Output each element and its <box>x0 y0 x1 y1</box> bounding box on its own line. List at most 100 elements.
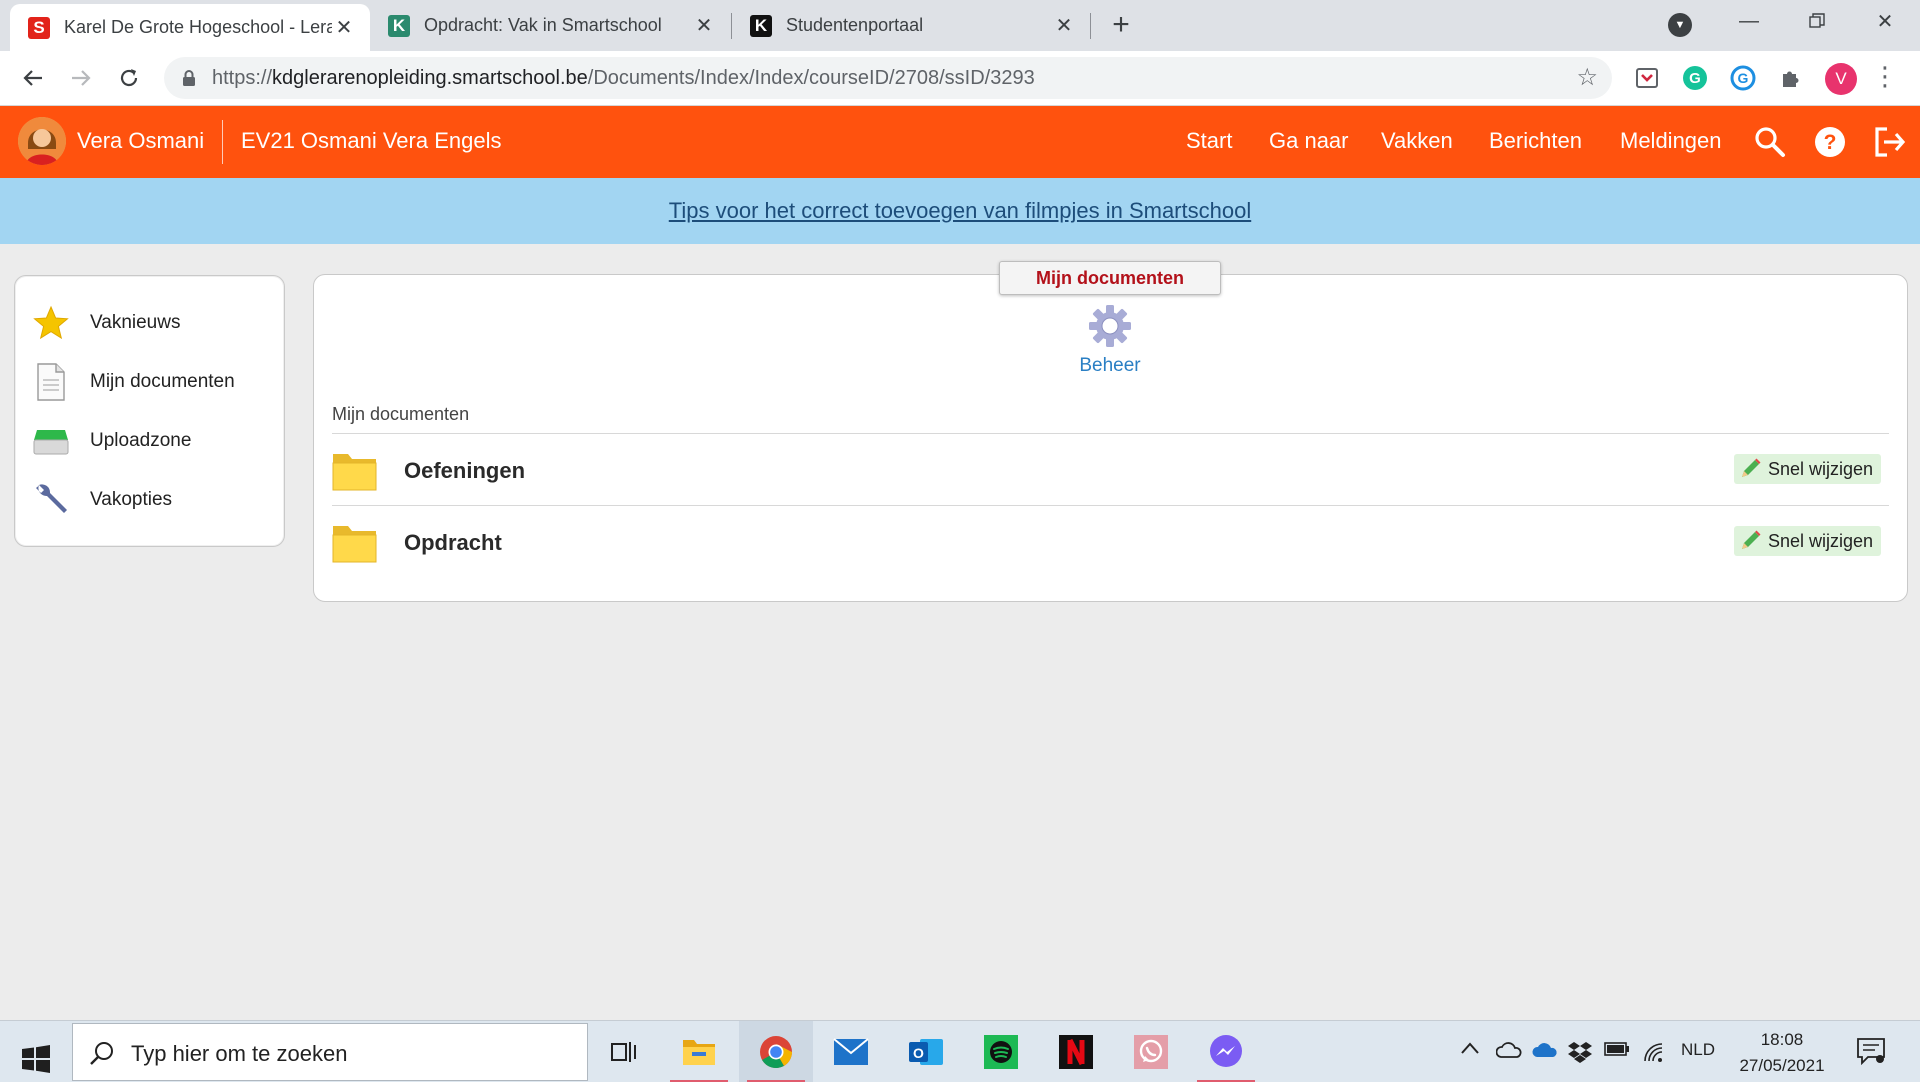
url-host: kdglerarenopleiding.smartschool.be <box>272 67 588 89</box>
nav-vakken[interactable]: Vakken <box>1381 128 1453 154</box>
info-banner: Tips voor het correct toevoegen van film… <box>0 178 1920 244</box>
snel-wijzigen-button[interactable]: Snel wijzigen <box>1733 526 1881 556</box>
outlook-icon[interactable]: O <box>889 1021 963 1082</box>
clock-date: 27/05/2021 <box>1739 1056 1825 1075</box>
document-icon <box>32 363 70 401</box>
header-divider <box>222 120 223 164</box>
folder-icon <box>332 454 377 491</box>
tab-title: Opdracht: Vak in Smartschool <box>424 15 662 35</box>
sidebar-item-vaknieuws[interactable]: Vaknieuws <box>15 297 284 349</box>
browser-tab-smartschool[interactable]: S Karel De Grote Hogeschool - Lerarenopl… <box>10 4 370 51</box>
snel-wijzigen-button[interactable]: Snel wijzigen <box>1733 454 1881 484</box>
reload-icon[interactable] <box>110 59 148 97</box>
browser-menu-icon[interactable]: ⋮ <box>1872 61 1898 92</box>
messenger-icon[interactable] <box>1189 1021 1263 1082</box>
close-tab-icon[interactable]: ✕ <box>1052 14 1076 38</box>
sidebar-item-vakopties[interactable]: Vakopties <box>15 474 284 526</box>
search-icon <box>90 1042 113 1065</box>
sidebar-item-mijn-documenten[interactable]: Mijn documenten <box>15 356 284 408</box>
onedrive-business-icon[interactable] <box>1532 1041 1558 1059</box>
onedrive-personal-icon[interactable] <box>1496 1041 1522 1059</box>
netflix-icon[interactable] <box>1039 1021 1113 1082</box>
new-tab-button[interactable]: + <box>1104 8 1138 42</box>
taskbar-search-placeholder: Typ hier om te zoeken <box>131 1041 348 1066</box>
lock-icon[interactable] <box>180 69 198 87</box>
url-scheme: https:// <box>212 67 273 89</box>
folder-name[interactable]: Oefeningen <box>404 458 525 484</box>
beheer-button[interactable]: Beheer <box>1070 304 1150 377</box>
folder-row-opdracht[interactable]: Opdracht Snel wijzigen <box>332 505 1889 577</box>
nav-start[interactable]: Start <box>1186 128 1232 154</box>
chrome-taskbar-icon[interactable] <box>739 1021 813 1082</box>
tab-search-icon[interactable]: ▼ <box>1668 13 1692 37</box>
svg-text:G: G <box>1738 70 1749 86</box>
windows-start-icon[interactable] <box>14 1037 58 1081</box>
snel-wijzigen-label: Snel wijzigen <box>1767 458 1873 479</box>
taskbar-search-box[interactable]: Typ hier om te zoeken <box>72 1023 588 1081</box>
show-hidden-icons-icon[interactable] <box>1460 1041 1480 1055</box>
nav-berichten[interactable]: Berichten <box>1489 128 1582 154</box>
spotify-icon[interactable] <box>964 1021 1038 1082</box>
course-name[interactable]: EV21 Osmani Vera Engels <box>241 128 501 154</box>
url-text: https://kdglerarenopleiding.smartschool.… <box>212 67 1035 90</box>
tab-title: Studentenportaal <box>786 15 924 35</box>
pocket-extension-icon[interactable] <box>1634 65 1660 91</box>
mail-icon[interactable] <box>814 1021 888 1082</box>
gear-icon <box>1089 305 1131 347</box>
forward-icon[interactable] <box>62 59 100 97</box>
battery-icon[interactable] <box>1604 1041 1630 1057</box>
back-icon[interactable] <box>14 59 52 97</box>
taskbar-clock[interactable]: 18:08 27/05/2021 <box>1730 1027 1834 1079</box>
snel-wijzigen-label: Snel wijzigen <box>1767 530 1873 551</box>
whatsapp-icon[interactable] <box>1114 1021 1188 1082</box>
close-tab-icon[interactable]: ✕ <box>692 14 716 38</box>
close-tab-icon[interactable]: ✕ <box>332 16 356 40</box>
course-sidebar: Vaknieuws Mijn documenten Uploadzone Vak… <box>14 275 285 547</box>
nav-ga-naar[interactable]: Ga naar <box>1269 128 1349 154</box>
pencil-icon <box>1741 458 1761 477</box>
search-icon[interactable] <box>1752 124 1788 160</box>
star-icon <box>32 304 70 342</box>
close-window-icon[interactable]: ✕ <box>1856 0 1914 42</box>
minimize-icon[interactable]: — <box>1720 0 1778 42</box>
file-explorer-icon[interactable] <box>662 1021 736 1082</box>
folder-icon <box>332 526 377 563</box>
svg-text:O: O <box>913 1045 924 1061</box>
wifi-icon[interactable] <box>1642 1041 1666 1063</box>
folder-name[interactable]: Opdracht <box>404 530 502 556</box>
user-avatar[interactable] <box>18 117 66 165</box>
clock-time: 18:08 <box>1760 1030 1804 1049</box>
profile-avatar[interactable]: V <box>1825 63 1857 95</box>
browser-tab-studentenportaal[interactable]: K Studentenportaal ✕ <box>732 0 1090 51</box>
inbox-tray-icon <box>32 422 70 460</box>
user-name[interactable]: Vera Osmani <box>77 128 204 154</box>
grammarly-extension-icon[interactable]: G <box>1682 65 1708 91</box>
grammarly-blue-extension-icon[interactable]: G <box>1730 65 1756 91</box>
sidebar-item-label: Mijn documenten <box>90 371 235 392</box>
sidebar-item-uploadzone[interactable]: Uploadzone <box>15 415 284 467</box>
url-path: /Documents/Index/Index/courseID/2708/ssI… <box>587 67 1035 89</box>
input-language[interactable]: NLD <box>1681 1040 1715 1060</box>
tab-title: Karel De Grote Hogeschool - Lerarenoplei… <box>64 17 332 37</box>
k-black-icon: K <box>750 14 772 37</box>
windows-taskbar: Typ hier om te zoeken O NLD 18:08 27/05/… <box>0 1020 1920 1082</box>
logout-icon[interactable] <box>1871 124 1907 160</box>
restore-icon[interactable] <box>1788 0 1846 42</box>
panel-title-tab: Mijn documenten <box>999 261 1221 295</box>
sidebar-item-label: Uploadzone <box>90 430 192 451</box>
folder-row-oefeningen[interactable]: Oefeningen Snel wijzigen <box>332 433 1889 505</box>
pencil-icon <box>1741 530 1761 549</box>
address-bar[interactable]: https://kdglerarenopleiding.smartschool.… <box>164 57 1612 99</box>
action-center-icon[interactable] <box>1856 1037 1886 1065</box>
sidebar-item-label: Vakopties <box>90 489 173 510</box>
task-view-icon[interactable] <box>587 1021 661 1082</box>
filmpjes-tips-link[interactable]: Tips voor het correct toevoegen van film… <box>669 198 1251 223</box>
dropbox-icon[interactable] <box>1568 1041 1592 1063</box>
beheer-label: Beheer <box>1079 355 1141 376</box>
nav-meldingen[interactable]: Meldingen <box>1620 128 1722 154</box>
help-icon[interactable]: ? <box>1812 124 1848 160</box>
bookmark-star-icon[interactable]: ☆ <box>1576 63 1598 92</box>
wrench-icon <box>32 481 70 519</box>
extensions-puzzle-icon[interactable] <box>1778 65 1804 91</box>
browser-tab-opdracht[interactable]: K Opdracht: Vak in Smartschool ✕ <box>370 0 730 51</box>
